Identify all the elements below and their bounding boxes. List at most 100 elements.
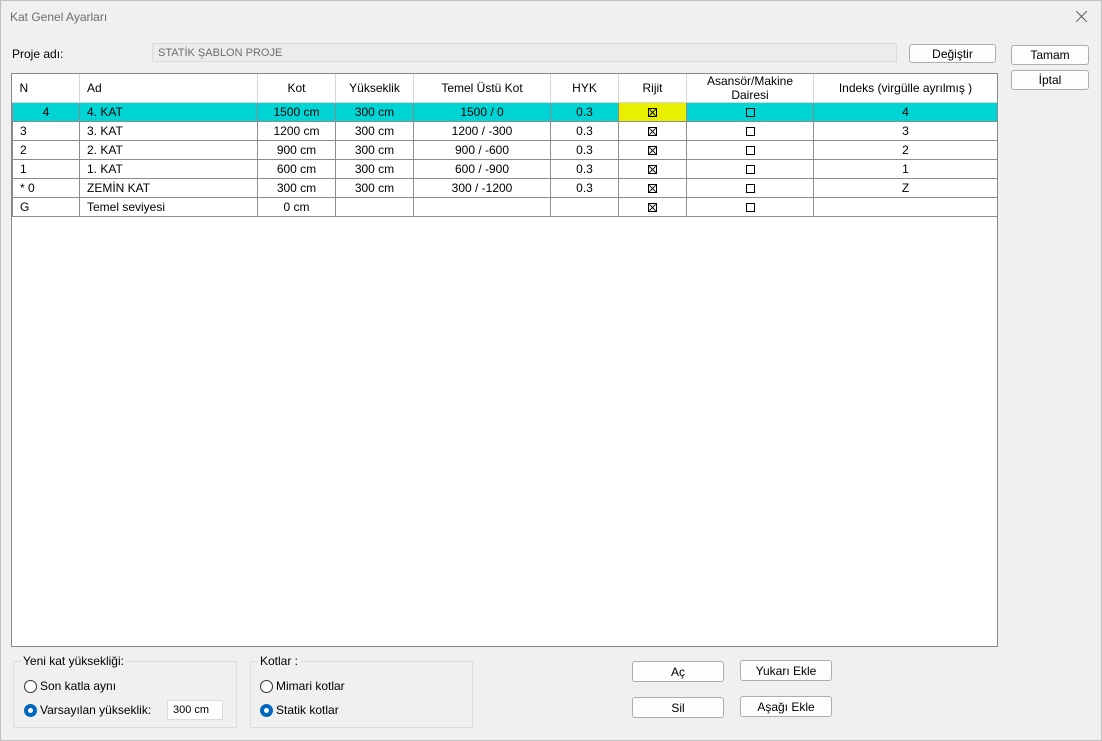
asansor-checkbox[interactable]	[745, 108, 755, 118]
radio-static-levels-label[interactable]: Statik kotlar	[276, 703, 339, 717]
radio-architectural-levels[interactable]: Mimari kotlar	[260, 679, 345, 693]
radio-architectural-levels-circle[interactable]	[260, 679, 273, 693]
cell-hyk[interactable]: 0.3	[550, 121, 619, 141]
radio-default-height-circle[interactable]	[24, 703, 37, 717]
rijit-checkbox[interactable]	[648, 203, 657, 213]
column-header-ad[interactable]: Ad	[79, 74, 258, 103]
cell-yukseklik[interactable]: 300 cm	[335, 102, 414, 122]
cell-indeks[interactable]: 2	[813, 140, 997, 160]
column-header-kot[interactable]: Kot	[257, 74, 336, 103]
table-row[interactable]: 2 2. KAT 900 cm 300 cm 900 / -600 0.3 2	[12, 140, 997, 160]
cell-indeks[interactable]: 1	[813, 159, 997, 179]
cell-rijit[interactable]	[618, 159, 687, 179]
cell-n[interactable]: 2	[12, 140, 80, 160]
asansor-checkbox[interactable]	[745, 127, 755, 137]
table-row[interactable]: 3 3. KAT 1200 cm 300 cm 1200 / -300 0.3 …	[12, 121, 997, 141]
cancel-button[interactable]: İptal	[1011, 70, 1089, 90]
cell-asansor[interactable]	[686, 102, 814, 122]
cell-rijit[interactable]	[618, 102, 687, 122]
cell-rijit[interactable]	[618, 178, 687, 198]
radio-same-as-last[interactable]: Son katla aynı	[24, 679, 116, 693]
cell-n[interactable]: * 0	[12, 178, 80, 198]
cell-kot[interactable]: 600 cm	[257, 159, 336, 179]
column-header-temel-ustu-kot[interactable]: Temel Üstü Kot	[413, 74, 551, 103]
cell-ad[interactable]: ZEMİN KAT	[79, 178, 258, 198]
radio-default-height-label[interactable]: Varsayılan yükseklik:	[40, 703, 151, 717]
table-row[interactable]: * 0 ZEMİN KAT 300 cm 300 cm 300 / -1200 …	[12, 178, 997, 198]
rijit-checkbox[interactable]	[648, 184, 657, 194]
radio-architectural-levels-label[interactable]: Mimari kotlar	[276, 679, 345, 693]
cell-rijit[interactable]	[618, 121, 687, 141]
cell-n[interactable]: 3	[12, 121, 80, 141]
asansor-checkbox[interactable]	[745, 146, 755, 156]
cell-ad[interactable]: 1. KAT	[79, 159, 258, 179]
cell-yukseklik[interactable]: 300 cm	[335, 159, 414, 179]
cell-kot[interactable]: 1200 cm	[257, 121, 336, 141]
radio-same-as-last-label[interactable]: Son katla aynı	[40, 679, 116, 693]
cell-asansor[interactable]	[686, 140, 814, 160]
rijit-checkbox[interactable]	[648, 165, 657, 175]
cell-temel[interactable]: 1200 / -300	[413, 121, 551, 141]
cell-indeks[interactable]: 4	[813, 102, 997, 122]
rijit-checkbox[interactable]	[648, 108, 657, 118]
cell-temel[interactable]: 900 / -600	[413, 140, 551, 160]
asansor-checkbox[interactable]	[745, 184, 755, 194]
cell-temel[interactable]: 300 / -1200	[413, 178, 551, 198]
cell-hyk[interactable]	[550, 197, 619, 217]
cell-hyk[interactable]: 0.3	[550, 178, 619, 198]
column-header-rijit[interactable]: Rijit	[618, 74, 687, 103]
table-row[interactable]: 1 1. KAT 600 cm 300 cm 600 / -900 0.3 1	[12, 159, 997, 179]
cell-yukseklik[interactable]: 300 cm	[335, 121, 414, 141]
cell-kot[interactable]: 0 cm	[257, 197, 336, 217]
column-header-hyk[interactable]: HYK	[550, 74, 619, 103]
table-row[interactable]: G Temel seviyesi 0 cm	[12, 197, 997, 217]
column-header-asansor[interactable]: Asansör/Makine Dairesi	[686, 74, 814, 103]
rijit-checkbox[interactable]	[648, 146, 657, 156]
change-button[interactable]: Değiştir	[909, 44, 996, 63]
add-above-button[interactable]: Yukarı Ekle	[740, 660, 832, 681]
cell-kot[interactable]: 1500 cm	[257, 102, 336, 122]
cell-n[interactable]: 4	[12, 102, 80, 122]
ok-button[interactable]: Tamam	[1011, 45, 1089, 65]
column-header-n[interactable]: N	[12, 74, 80, 103]
table-row[interactable]: 4 4. KAT 1500 cm 300 cm 1500 / 0 0.3 4	[12, 102, 997, 122]
cell-rijit[interactable]	[618, 140, 687, 160]
rijit-checkbox[interactable]	[648, 127, 657, 137]
radio-default-height[interactable]: Varsayılan yükseklik:	[24, 703, 151, 717]
column-header-indeks[interactable]: Indeks (virgülle ayrılmış )	[813, 74, 997, 103]
delete-button[interactable]: Sil	[632, 697, 724, 718]
cell-ad[interactable]: 4. KAT	[79, 102, 258, 122]
radio-same-as-last-circle[interactable]	[24, 679, 37, 693]
cell-kot[interactable]: 300 cm	[257, 178, 336, 198]
cell-ad[interactable]: Temel seviyesi	[79, 197, 258, 217]
cell-asansor[interactable]	[686, 178, 814, 198]
cell-ad[interactable]: 3. KAT	[79, 121, 258, 141]
cell-asansor[interactable]	[686, 197, 814, 217]
cell-yukseklik[interactable]	[335, 197, 414, 217]
cell-rijit[interactable]	[618, 197, 687, 217]
cell-hyk[interactable]: 0.3	[550, 102, 619, 122]
floor-table[interactable]: N Ad Kot Yükseklik Temel Üstü Kot HYK Ri…	[11, 73, 998, 647]
cell-temel[interactable]: 1500 / 0	[413, 102, 551, 122]
cell-asansor[interactable]	[686, 159, 814, 179]
cell-hyk[interactable]: 0.3	[550, 159, 619, 179]
column-header-yukseklik[interactable]: Yükseklik	[335, 74, 414, 103]
cell-asansor[interactable]	[686, 121, 814, 141]
cell-n[interactable]: 1	[12, 159, 80, 179]
radio-static-levels-circle[interactable]	[260, 703, 273, 717]
radio-static-levels[interactable]: Statik kotlar	[260, 703, 339, 717]
cell-temel[interactable]	[413, 197, 551, 217]
close-icon[interactable]	[1071, 6, 1093, 28]
open-button[interactable]: Aç	[632, 661, 724, 682]
default-height-input[interactable]: 300 cm	[167, 700, 223, 720]
cell-hyk[interactable]: 0.3	[550, 140, 619, 160]
cell-ad[interactable]: 2. KAT	[79, 140, 258, 160]
cell-kot[interactable]: 900 cm	[257, 140, 336, 160]
cell-indeks[interactable]: 3	[813, 121, 997, 141]
cell-yukseklik[interactable]: 300 cm	[335, 178, 414, 198]
cell-indeks[interactable]: Z	[813, 178, 997, 198]
cell-yukseklik[interactable]: 300 cm	[335, 140, 414, 160]
asansor-checkbox[interactable]	[745, 203, 755, 213]
cell-temel[interactable]: 600 / -900	[413, 159, 551, 179]
add-below-button[interactable]: Aşağı Ekle	[740, 696, 832, 717]
